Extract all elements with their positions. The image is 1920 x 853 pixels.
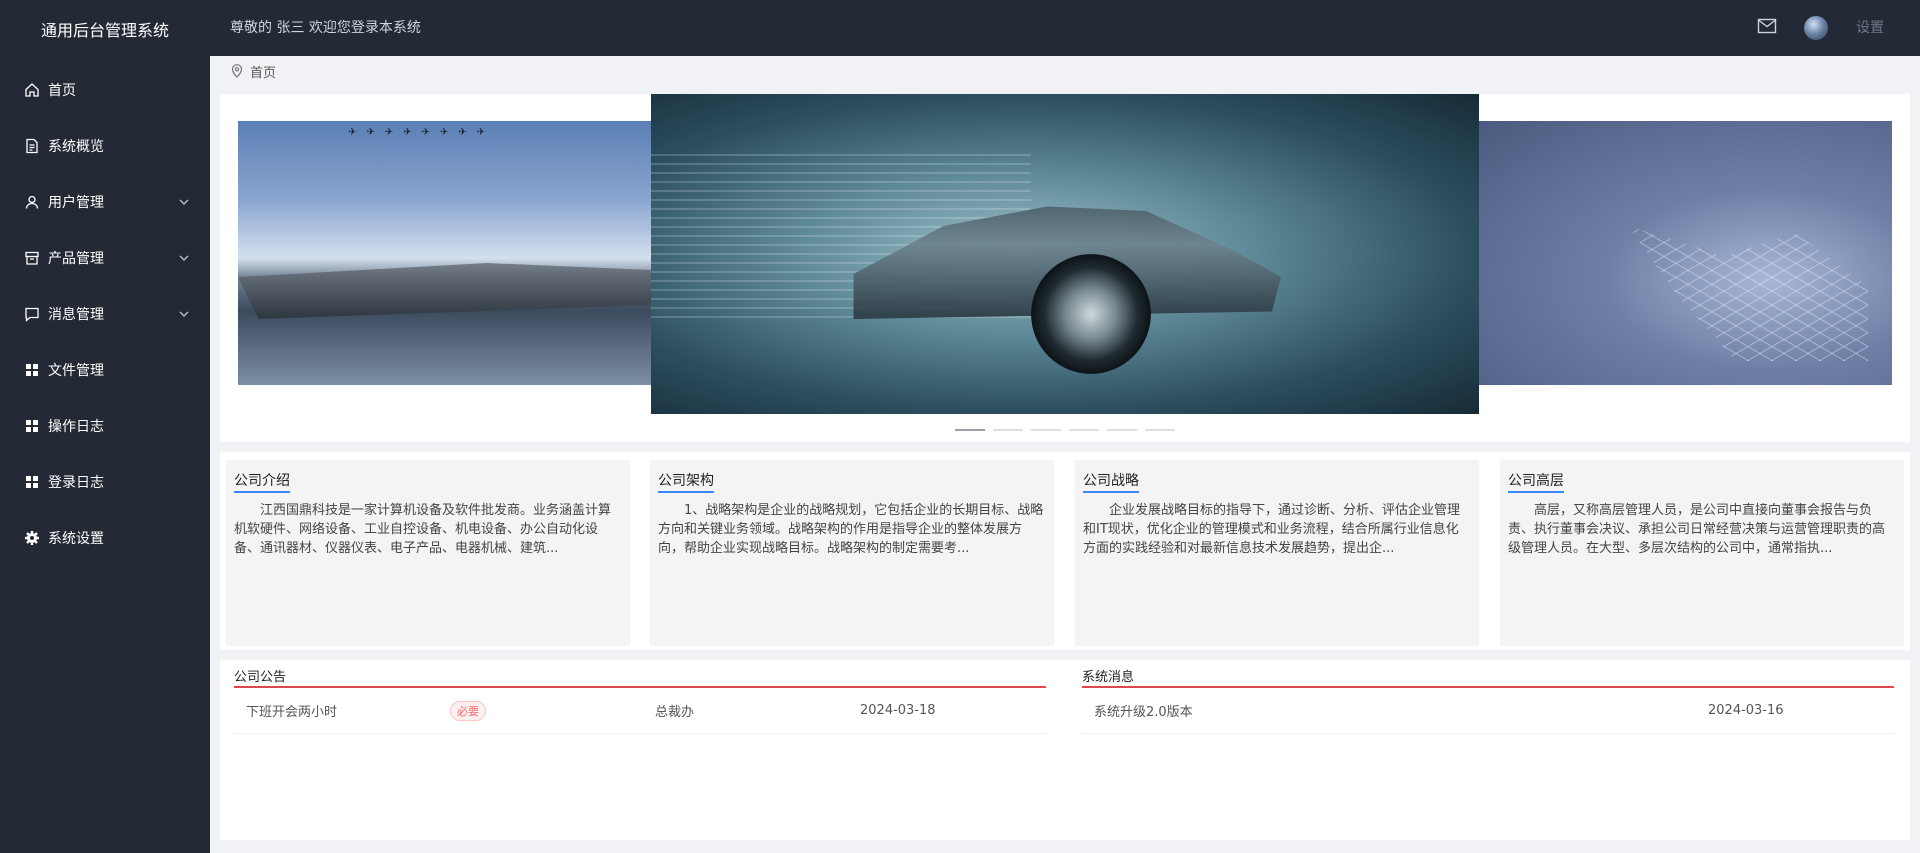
welcome-message: 尊敬的 张三 欢迎您登录本系统 [230, 20, 421, 36]
sidebar: 通用后台管理系统 首页 系统概览 用户管理 产品管理 消息管理 文件管理 操作日… [0, 0, 210, 853]
app-title: 通用后台管理系统 [40, 21, 169, 40]
notices-section: 公司公告 下班开会两小时 必要 总裁办 2024-03-18 系统消息 系统升级… [220, 660, 1910, 840]
breadcrumb: 首页 [230, 60, 276, 82]
carousel-indicator[interactable] [993, 429, 1023, 431]
company-info-cards: 公司介绍 江西国鼎科技是一家计算机设备及软件批发商。业务涵盖计算机软硬件、网络设… [220, 452, 1910, 650]
mail-icon[interactable] [1757, 18, 1777, 34]
wheel-graphic [1031, 254, 1151, 374]
grid-icon [24, 474, 40, 490]
sidebar-item-label: 首页 [48, 83, 76, 99]
carousel-slide-aircraft-carrier[interactable]: ✈✈✈✈✈✈✈✈ [238, 121, 652, 385]
sidebar-item-users[interactable]: 用户管理 [0, 174, 210, 230]
panel-title: 系统消息 [1082, 666, 1894, 688]
panel-title: 公司公告 [234, 666, 1046, 688]
document-icon [24, 138, 40, 154]
user-icon [24, 194, 40, 210]
card-title: 公司高层 [1508, 470, 1564, 493]
sidebar-item-label: 文件管理 [48, 363, 104, 379]
hand-graphic [1628, 226, 1868, 361]
sidebar-item-login-log[interactable]: 登录日志 [0, 454, 210, 510]
table-row[interactable]: 系统升级2.0版本 2024-03-16 [1082, 688, 1894, 734]
sidebar-item-home[interactable]: 首页 [0, 62, 210, 118]
company-announcements: 公司公告 下班开会两小时 必要 总裁办 2024-03-18 [234, 666, 1046, 734]
card-text: 1、战略架构是企业的战略规划，它包括企业的长期目标、战略方向和关键业务领域。战略… [658, 503, 1044, 556]
sidebar-item-messages[interactable]: 消息管理 [0, 286, 210, 342]
carousel-indicator[interactable] [955, 429, 985, 431]
table-row[interactable]: 下班开会两小时 必要 总裁办 2024-03-18 [234, 688, 1046, 734]
sidebar-item-label: 产品管理 [48, 251, 104, 267]
chat-icon [24, 306, 40, 322]
chevron-down-icon [179, 255, 189, 261]
carousel-slide-digital-hand[interactable] [1478, 121, 1892, 385]
sidebar-item-operation-log[interactable]: 操作日志 [0, 398, 210, 454]
settings-link[interactable]: 设置 [1856, 0, 1884, 56]
sidebar-item-label: 操作日志 [48, 419, 104, 435]
announcement-date: 2024-03-18 [860, 703, 936, 718]
card-company-strategy[interactable]: 公司战略 企业发展战略目标的指导下，通过诊断、分析、评估企业管理和IT现状，优化… [1075, 460, 1479, 646]
announcement-subject: 下班开会两小时 [246, 705, 338, 720]
card-title: 公司战略 [1083, 470, 1139, 493]
avatar[interactable] [1804, 16, 1828, 40]
chevron-down-icon [179, 311, 189, 317]
card-text: 企业发展战略目标的指导下，通过诊断、分析、评估企业管理和IT现状，优化企业的管理… [1083, 503, 1461, 556]
sidebar-item-overview[interactable]: 系统概览 [0, 118, 210, 174]
sidebar-item-files[interactable]: 文件管理 [0, 342, 210, 398]
jets-graphic: ✈✈✈✈✈✈✈✈ [348, 127, 496, 138]
ship-graphic [238, 263, 652, 319]
home-icon [24, 82, 40, 98]
carousel-indicator[interactable] [1145, 429, 1175, 431]
sidebar-item-label: 消息管理 [48, 307, 104, 323]
breadcrumb-current[interactable]: 首页 [250, 62, 276, 81]
sidebar-item-products[interactable]: 产品管理 [0, 230, 210, 286]
grid-icon [24, 418, 40, 434]
carousel-indicator[interactable] [1031, 429, 1061, 431]
priority-badge: 必要 [450, 700, 486, 721]
carousel-indicator[interactable] [1069, 429, 1099, 431]
card-company-executives[interactable]: 公司高层 高层，又称高层管理人员，是公司中直接向董事会报告与负责、执行董事会决议… [1500, 460, 1904, 646]
carousel-slide-car[interactable] [651, 94, 1479, 414]
system-messages: 系统消息 系统升级2.0版本 2024-03-16 [1082, 666, 1894, 734]
sidebar-item-label: 系统设置 [48, 531, 104, 547]
message-subject: 系统升级2.0版本 [1094, 705, 1193, 720]
carousel-indicator[interactable] [1107, 429, 1137, 431]
card-company-structure[interactable]: 公司架构 1、战略架构是企业的战略规划，它包括企业的长期目标、战略方向和关键业务… [650, 460, 1054, 646]
location-icon [231, 64, 243, 78]
card-company-intro[interactable]: 公司介绍 江西国鼎科技是一家计算机设备及软件批发商。业务涵盖计算机软硬件、网络设… [226, 460, 630, 646]
top-header: 尊敬的 张三 欢迎您登录本系统 设置 [210, 0, 1920, 56]
image-carousel: ✈✈✈✈✈✈✈✈ [220, 94, 1910, 442]
card-text: 高层，又称高层管理人员，是公司中直接向董事会报告与负责、执行董事会决议、承担公司… [1508, 503, 1886, 556]
gear-icon [24, 530, 40, 546]
sidebar-item-label: 用户管理 [48, 195, 104, 211]
card-text: 江西国鼎科技是一家计算机设备及软件批发商。业务涵盖计算机软硬件、网络设备、工业自… [234, 503, 612, 556]
card-title: 公司架构 [658, 470, 714, 493]
announcement-department: 总裁办 [655, 705, 695, 720]
grid-icon [24, 362, 40, 378]
message-date: 2024-03-16 [1708, 703, 1784, 718]
box-icon [24, 250, 40, 266]
carousel-indicators [955, 429, 1175, 431]
sidebar-item-label: 登录日志 [48, 475, 104, 491]
card-title: 公司介绍 [234, 470, 290, 493]
sidebar-item-settings[interactable]: 系统设置 [0, 510, 210, 566]
sidebar-item-label: 系统概览 [48, 139, 104, 155]
chevron-down-icon [179, 199, 189, 205]
